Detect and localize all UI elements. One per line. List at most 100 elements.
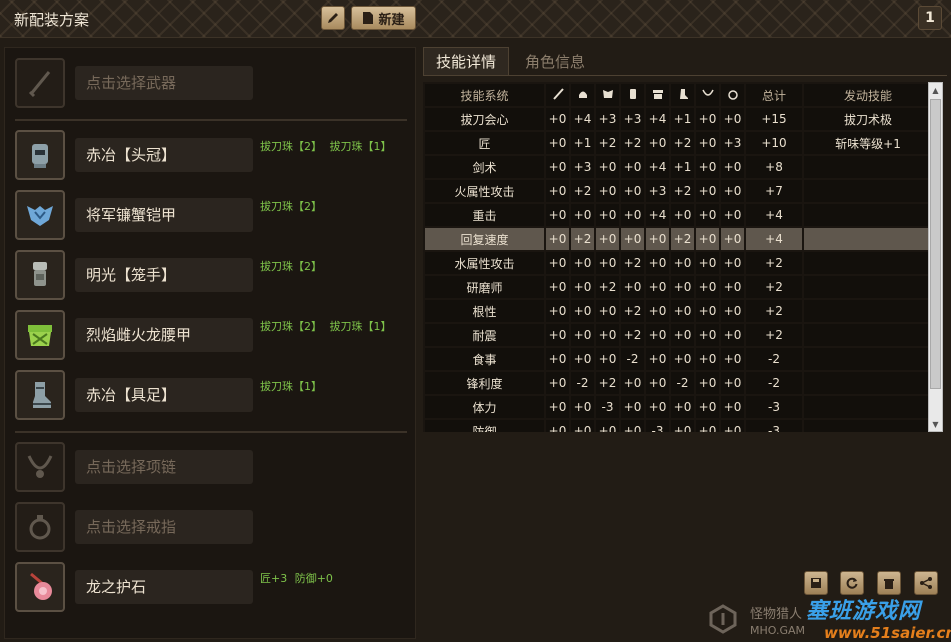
chest-slot-name[interactable]: 将军镰蟹铠甲 (75, 198, 253, 232)
tab-skill-details[interactable]: 技能详情 (423, 47, 509, 75)
waist-slot[interactable]: 烈焰雌火龙腰甲 拔刀珠【2】 拔刀珠【1】 (15, 310, 410, 362)
skill-name-cell: 剑术 (425, 156, 544, 178)
skill-value-cell: +4 (571, 108, 594, 130)
skill-value-cell: +0 (621, 276, 644, 298)
leg-slot-name[interactable]: 赤冶【具足】 (75, 378, 253, 412)
skill-value-cell: +0 (721, 420, 744, 432)
chest-armor-icon (27, 206, 53, 226)
skill-total-cell: -3 (746, 420, 802, 432)
necklace-slot-name[interactable]: 点击选择项链 (75, 450, 253, 484)
new-button-label: 新建 (378, 12, 405, 28)
skill-value-cell: +0 (671, 420, 694, 432)
table-row[interactable]: 根性 +0 +0 +0 +2 +0 +0 +0 +0 +2 (425, 300, 928, 322)
waist-slot-name[interactable]: 烈焰雌火龙腰甲 (75, 318, 253, 352)
header-chest (596, 84, 619, 106)
refresh-button[interactable] (840, 571, 864, 595)
skill-value-cell: +0 (696, 132, 719, 154)
header-legs (671, 84, 694, 106)
skill-value-cell: +0 (646, 276, 669, 298)
skill-value-cell: +2 (671, 228, 694, 250)
skill-total-cell: -3 (746, 396, 802, 418)
table-row[interactable]: 重击 +0 +0 +0 +0 +4 +0 +0 +0 +4 (425, 204, 928, 226)
new-button[interactable]: 新建 (351, 6, 416, 30)
skill-value-cell: -2 (571, 372, 594, 394)
table-row[interactable]: 防御 +0 +0 +0 +0 -3 +0 +0 +0 -3 (425, 420, 928, 432)
activated-skill-cell (804, 324, 928, 346)
skill-value-cell: +0 (546, 396, 569, 418)
table-row[interactable]: 火属性攻击 +0 +2 +0 +0 +3 +2 +0 +0 +7 (425, 180, 928, 202)
leg-armor-icon (679, 88, 688, 99)
helmet-slot[interactable]: 赤冶【头冠】 拔刀珠【2】 拔刀珠【1】 (15, 130, 410, 182)
skill-value-cell: +0 (646, 396, 669, 418)
table-row[interactable]: 回复速度 +0 +2 +0 +0 +0 +2 +0 +0 +4 (425, 228, 928, 250)
skill-total-cell: +10 (746, 132, 802, 154)
table-row[interactable]: 拔刀会心 +0 +4 +3 +3 +4 +1 +0 +0 +15 拔刀术极 (425, 108, 928, 130)
helmet-slot-jewels: 拔刀珠【2】 拔刀珠【1】 (260, 140, 392, 153)
title-bar: 新配装方案 新建 1 (0, 0, 951, 38)
helmet-slot-name[interactable]: 赤冶【头冠】 (75, 138, 253, 172)
table-row[interactable]: 剑术 +0 +3 +0 +0 +4 +1 +0 +0 +8 (425, 156, 928, 178)
talisman-slot[interactable]: 龙之护石 匠+3 防御+0 (15, 562, 410, 614)
table-row[interactable]: 食事 +0 +0 +0 -2 +0 +0 +0 +0 -2 (425, 348, 928, 370)
header-ring (721, 84, 744, 106)
activated-skill-cell: 斩味等级+1 (804, 132, 928, 154)
skill-value-cell: +0 (646, 372, 669, 394)
skill-value-cell: +0 (621, 396, 644, 418)
scroll-thumb[interactable] (930, 99, 941, 389)
talisman-icon (30, 572, 52, 600)
skill-value-cell: +1 (671, 156, 694, 178)
necklace-slot[interactable]: 点击选择项链 (15, 442, 410, 494)
gauntlet-slot-name[interactable]: 明光【笼手】 (75, 258, 253, 292)
skill-value-cell: +2 (621, 132, 644, 154)
talisman-slot-name[interactable]: 龙之护石 (75, 570, 253, 604)
skill-value-cell: +2 (571, 180, 594, 202)
skill-value-cell: -2 (671, 372, 694, 394)
skill-name-cell: 防御 (425, 420, 544, 432)
skill-value-cell: +3 (646, 180, 669, 202)
ring-slot-name[interactable]: 点击选择戒指 (75, 510, 253, 544)
table-row[interactable]: 耐震 +0 +0 +0 +2 +0 +0 +0 +0 +2 (425, 324, 928, 346)
share-button[interactable] (914, 571, 938, 595)
header-necklace (696, 84, 719, 106)
table-scrollbar[interactable]: ▲ ▼ (928, 82, 943, 432)
skill-value-cell: +0 (546, 300, 569, 322)
skill-value-cell: +0 (721, 156, 744, 178)
scroll-down-arrow-icon[interactable]: ▼ (929, 417, 942, 431)
skill-name-cell: 锋利度 (425, 372, 544, 394)
helmet-icon (32, 144, 48, 168)
divider (15, 431, 407, 433)
table-row[interactable]: 匠 +0 +1 +2 +2 +0 +2 +0 +3 +10 斩味等级+1 (425, 132, 928, 154)
skill-value-cell: +0 (646, 252, 669, 274)
skill-value-cell: +0 (696, 396, 719, 418)
delete-button[interactable] (877, 571, 901, 595)
header-weapon (546, 84, 569, 106)
table-row[interactable]: 体力 +0 +0 -3 +0 +0 +0 +0 +0 -3 (425, 396, 928, 418)
header-helmet (571, 84, 594, 106)
weapon-slot-name[interactable]: 点击选择武器 (75, 66, 253, 100)
weapon-slot[interactable]: 点击选择武器 (15, 58, 410, 110)
skill-value-cell: +0 (571, 420, 594, 432)
activated-skill-cell (804, 372, 928, 394)
page-number[interactable]: 1 (918, 6, 942, 30)
chest-slot[interactable]: 将军镰蟹铠甲 拔刀珠【2】 (15, 190, 410, 242)
skill-value-cell: -3 (646, 420, 669, 432)
scroll-up-arrow-icon[interactable]: ▲ (929, 83, 942, 97)
tab-character-info[interactable]: 角色信息 (510, 47, 600, 75)
skill-value-cell: +0 (546, 252, 569, 274)
activated-skill-cell (804, 228, 928, 250)
ring-slot[interactable]: 点击选择戒指 (15, 502, 410, 554)
weapon-icon (552, 87, 564, 100)
save-button[interactable] (804, 571, 828, 595)
skill-value-cell: +2 (571, 228, 594, 250)
leg-slot[interactable]: 赤冶【具足】 拔刀珠【1】 (15, 370, 410, 422)
table-row[interactable]: 水属性攻击 +0 +0 +0 +2 +0 +0 +0 +0 +2 (425, 252, 928, 274)
gauntlet-slot[interactable]: 明光【笼手】 拔刀珠【2】 (15, 250, 410, 302)
table-row[interactable]: 研磨师 +0 +0 +2 +0 +0 +0 +0 +0 +2 (425, 276, 928, 298)
table-row[interactable]: 锋利度 +0 -2 +2 +0 +0 -2 +0 +0 -2 (425, 372, 928, 394)
activated-skill-cell (804, 252, 928, 274)
skill-value-cell: +0 (721, 228, 744, 250)
skill-value-cell: +0 (571, 348, 594, 370)
skill-value-cell: +0 (721, 396, 744, 418)
edit-button[interactable] (321, 6, 345, 30)
skill-value-cell: +0 (671, 204, 694, 226)
